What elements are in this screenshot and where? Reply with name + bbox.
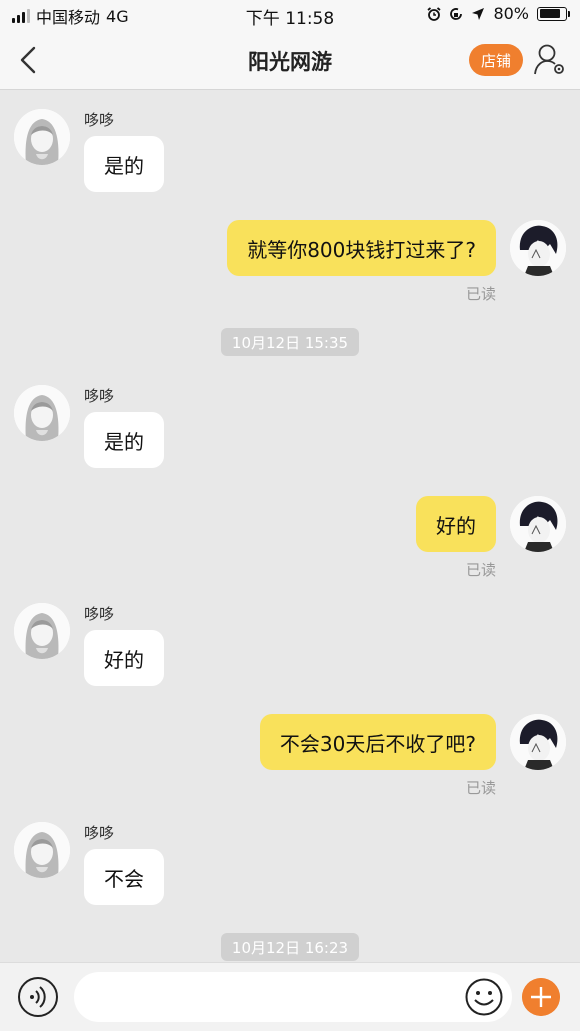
contact-avatar[interactable] (14, 603, 70, 659)
my-avatar[interactable] (510, 220, 566, 276)
my-avatar[interactable] (510, 496, 566, 552)
incoming-message[interactable]: 是的 (84, 136, 164, 192)
emoji-icon[interactable] (464, 977, 504, 1017)
my-avatar[interactable] (510, 714, 566, 770)
status-bar: 中国移动 4G 下午 11:58 80% (0, 0, 580, 30)
alarm-icon (427, 6, 441, 21)
boy-avatar-icon (510, 714, 566, 770)
timestamp: 10月12日 16:23 (221, 933, 359, 961)
timestamp: 10月12日 15:35 (221, 328, 359, 356)
status-right: 80% (427, 4, 570, 23)
girl-avatar-icon (14, 385, 70, 441)
girl-avatar-icon (14, 822, 70, 878)
battery-fill (539, 9, 560, 18)
girl-avatar-icon (14, 603, 70, 659)
voice-icon (30, 986, 46, 1008)
incoming-message[interactable]: 不会 (84, 849, 164, 905)
message-input[interactable] (74, 972, 512, 1022)
sender-name: 哆哆 (84, 111, 115, 129)
read-status: 已读 (465, 285, 496, 303)
sender-name: 哆哆 (84, 605, 115, 623)
incoming-message[interactable]: 是的 (84, 412, 164, 468)
contact-avatar[interactable] (14, 109, 70, 165)
rotation-lock-icon (450, 7, 463, 20)
sender-name: 哆哆 (84, 387, 115, 405)
read-status: 已读 (465, 561, 496, 579)
shop-button[interactable]: 店铺 (469, 44, 523, 76)
incoming-message[interactable]: 好的 (84, 630, 164, 686)
battery-icon (537, 6, 570, 21)
boy-avatar-icon (510, 220, 566, 276)
battery-percent: 80% (493, 4, 529, 23)
boy-avatar-icon (510, 496, 566, 552)
plus-icon[interactable] (522, 978, 560, 1016)
outgoing-message[interactable]: 就等你800块钱打过来了? (227, 220, 496, 276)
user-settings-icon[interactable] (533, 42, 567, 76)
location-icon (472, 7, 485, 20)
message-input-bar (0, 962, 580, 1031)
sender-name: 哆哆 (84, 824, 115, 842)
contact-avatar[interactable] (14, 822, 70, 878)
contact-avatar[interactable] (14, 385, 70, 441)
girl-avatar-icon (14, 109, 70, 165)
outgoing-message[interactable]: 不会30天后不收了吧? (259, 714, 496, 770)
chat-messages[interactable]: 哆哆 是的 就等你800块钱打过来了? 已读 10月12日 15:35 哆哆 是… (0, 91, 580, 962)
navigation-bar: 阳光网游 店铺 (0, 30, 580, 90)
read-status: 已读 (465, 779, 496, 797)
voice-button[interactable] (18, 977, 58, 1017)
outgoing-message[interactable]: 好的 (416, 496, 496, 552)
